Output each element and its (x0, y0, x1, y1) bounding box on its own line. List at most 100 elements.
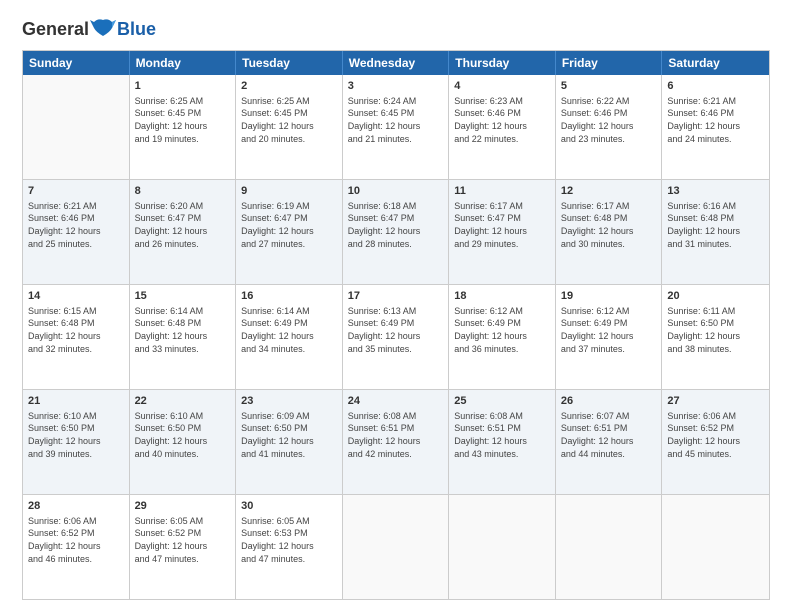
day-number: 16 (241, 289, 337, 304)
day-number: 29 (135, 499, 231, 514)
cell-info: Sunrise: 6:23 AMSunset: 6:46 PMDaylight:… (454, 95, 550, 145)
day-number: 12 (561, 184, 657, 199)
cell-info: Sunrise: 6:18 AMSunset: 6:47 PMDaylight:… (348, 200, 444, 250)
cell-info: Sunrise: 6:09 AMSunset: 6:50 PMDaylight:… (241, 410, 337, 460)
cell-info: Sunrise: 6:05 AMSunset: 6:53 PMDaylight:… (241, 515, 337, 565)
cell-info: Sunrise: 6:16 AMSunset: 6:48 PMDaylight:… (667, 200, 764, 250)
calendar-day-10: 10Sunrise: 6:18 AMSunset: 6:47 PMDayligh… (343, 180, 450, 284)
calendar-day-27: 27Sunrise: 6:06 AMSunset: 6:52 PMDayligh… (662, 390, 769, 494)
day-number: 27 (667, 394, 764, 409)
logo-general: General (22, 19, 89, 40)
day-number: 13 (667, 184, 764, 199)
day-number: 6 (667, 79, 764, 94)
calendar-day-20: 20Sunrise: 6:11 AMSunset: 6:50 PMDayligh… (662, 285, 769, 389)
calendar-day-9: 9Sunrise: 6:19 AMSunset: 6:47 PMDaylight… (236, 180, 343, 284)
day-number: 7 (28, 184, 124, 199)
cell-info: Sunrise: 6:24 AMSunset: 6:45 PMDaylight:… (348, 95, 444, 145)
header-day-wednesday: Wednesday (343, 51, 450, 75)
calendar-day-28: 28Sunrise: 6:06 AMSunset: 6:52 PMDayligh… (23, 495, 130, 599)
day-number: 22 (135, 394, 231, 409)
day-number: 25 (454, 394, 550, 409)
calendar-day-5: 5Sunrise: 6:22 AMSunset: 6:46 PMDaylight… (556, 75, 663, 179)
header-day-monday: Monday (130, 51, 237, 75)
day-number: 23 (241, 394, 337, 409)
calendar-body: 1Sunrise: 6:25 AMSunset: 6:45 PMDaylight… (23, 75, 769, 599)
calendar-day-29: 29Sunrise: 6:05 AMSunset: 6:52 PMDayligh… (130, 495, 237, 599)
calendar-day-6: 6Sunrise: 6:21 AMSunset: 6:46 PMDaylight… (662, 75, 769, 179)
logo-bird-icon (90, 18, 116, 40)
day-number: 3 (348, 79, 444, 94)
cell-info: Sunrise: 6:12 AMSunset: 6:49 PMDaylight:… (561, 305, 657, 355)
cell-info: Sunrise: 6:17 AMSunset: 6:48 PMDaylight:… (561, 200, 657, 250)
cell-info: Sunrise: 6:19 AMSunset: 6:47 PMDaylight:… (241, 200, 337, 250)
calendar-day-21: 21Sunrise: 6:10 AMSunset: 6:50 PMDayligh… (23, 390, 130, 494)
cell-info: Sunrise: 6:22 AMSunset: 6:46 PMDaylight:… (561, 95, 657, 145)
day-number: 24 (348, 394, 444, 409)
calendar-day-12: 12Sunrise: 6:17 AMSunset: 6:48 PMDayligh… (556, 180, 663, 284)
cell-info: Sunrise: 6:21 AMSunset: 6:46 PMDaylight:… (667, 95, 764, 145)
logo-blue: Blue (117, 19, 156, 40)
cell-info: Sunrise: 6:17 AMSunset: 6:47 PMDaylight:… (454, 200, 550, 250)
day-number: 20 (667, 289, 764, 304)
day-number: 15 (135, 289, 231, 304)
calendar-day-11: 11Sunrise: 6:17 AMSunset: 6:47 PMDayligh… (449, 180, 556, 284)
day-number: 11 (454, 184, 550, 199)
cell-info: Sunrise: 6:06 AMSunset: 6:52 PMDaylight:… (667, 410, 764, 460)
day-number: 2 (241, 79, 337, 94)
logo: General Blue (22, 18, 156, 40)
day-number: 21 (28, 394, 124, 409)
cell-info: Sunrise: 6:10 AMSunset: 6:50 PMDaylight:… (28, 410, 124, 460)
cell-info: Sunrise: 6:07 AMSunset: 6:51 PMDaylight:… (561, 410, 657, 460)
cell-info: Sunrise: 6:14 AMSunset: 6:48 PMDaylight:… (135, 305, 231, 355)
cell-info: Sunrise: 6:25 AMSunset: 6:45 PMDaylight:… (135, 95, 231, 145)
calendar-day-25: 25Sunrise: 6:08 AMSunset: 6:51 PMDayligh… (449, 390, 556, 494)
day-number: 28 (28, 499, 124, 514)
header-day-tuesday: Tuesday (236, 51, 343, 75)
day-number: 18 (454, 289, 550, 304)
day-number: 4 (454, 79, 550, 94)
day-number: 1 (135, 79, 231, 94)
calendar-week-5: 28Sunrise: 6:06 AMSunset: 6:52 PMDayligh… (23, 495, 769, 599)
calendar-week-1: 1Sunrise: 6:25 AMSunset: 6:45 PMDaylight… (23, 75, 769, 180)
calendar-empty-cell (662, 495, 769, 599)
day-number: 10 (348, 184, 444, 199)
header-day-friday: Friday (556, 51, 663, 75)
header-day-saturday: Saturday (662, 51, 769, 75)
header-day-thursday: Thursday (449, 51, 556, 75)
day-number: 14 (28, 289, 124, 304)
cell-info: Sunrise: 6:08 AMSunset: 6:51 PMDaylight:… (348, 410, 444, 460)
calendar-day-24: 24Sunrise: 6:08 AMSunset: 6:51 PMDayligh… (343, 390, 450, 494)
cell-info: Sunrise: 6:15 AMSunset: 6:48 PMDaylight:… (28, 305, 124, 355)
calendar-day-8: 8Sunrise: 6:20 AMSunset: 6:47 PMDaylight… (130, 180, 237, 284)
calendar-day-1: 1Sunrise: 6:25 AMSunset: 6:45 PMDaylight… (130, 75, 237, 179)
cell-info: Sunrise: 6:06 AMSunset: 6:52 PMDaylight:… (28, 515, 124, 565)
header-day-sunday: Sunday (23, 51, 130, 75)
calendar-day-3: 3Sunrise: 6:24 AMSunset: 6:45 PMDaylight… (343, 75, 450, 179)
calendar-empty-cell (343, 495, 450, 599)
page: General Blue SundayMondayTuesdayWednesda… (0, 0, 792, 612)
cell-info: Sunrise: 6:14 AMSunset: 6:49 PMDaylight:… (241, 305, 337, 355)
calendar-day-19: 19Sunrise: 6:12 AMSunset: 6:49 PMDayligh… (556, 285, 663, 389)
day-number: 26 (561, 394, 657, 409)
calendar-day-26: 26Sunrise: 6:07 AMSunset: 6:51 PMDayligh… (556, 390, 663, 494)
cell-info: Sunrise: 6:08 AMSunset: 6:51 PMDaylight:… (454, 410, 550, 460)
calendar-day-22: 22Sunrise: 6:10 AMSunset: 6:50 PMDayligh… (130, 390, 237, 494)
calendar-day-2: 2Sunrise: 6:25 AMSunset: 6:45 PMDaylight… (236, 75, 343, 179)
calendar: SundayMondayTuesdayWednesdayThursdayFrid… (22, 50, 770, 600)
cell-info: Sunrise: 6:12 AMSunset: 6:49 PMDaylight:… (454, 305, 550, 355)
calendar-day-7: 7Sunrise: 6:21 AMSunset: 6:46 PMDaylight… (23, 180, 130, 284)
calendar-day-17: 17Sunrise: 6:13 AMSunset: 6:49 PMDayligh… (343, 285, 450, 389)
calendar-day-14: 14Sunrise: 6:15 AMSunset: 6:48 PMDayligh… (23, 285, 130, 389)
cell-info: Sunrise: 6:13 AMSunset: 6:49 PMDaylight:… (348, 305, 444, 355)
calendar-empty-cell (23, 75, 130, 179)
day-number: 17 (348, 289, 444, 304)
cell-info: Sunrise: 6:21 AMSunset: 6:46 PMDaylight:… (28, 200, 124, 250)
cell-info: Sunrise: 6:20 AMSunset: 6:47 PMDaylight:… (135, 200, 231, 250)
calendar-day-13: 13Sunrise: 6:16 AMSunset: 6:48 PMDayligh… (662, 180, 769, 284)
calendar-week-2: 7Sunrise: 6:21 AMSunset: 6:46 PMDaylight… (23, 180, 769, 285)
calendar-day-23: 23Sunrise: 6:09 AMSunset: 6:50 PMDayligh… (236, 390, 343, 494)
cell-info: Sunrise: 6:05 AMSunset: 6:52 PMDaylight:… (135, 515, 231, 565)
day-number: 8 (135, 184, 231, 199)
day-number: 19 (561, 289, 657, 304)
day-number: 30 (241, 499, 337, 514)
